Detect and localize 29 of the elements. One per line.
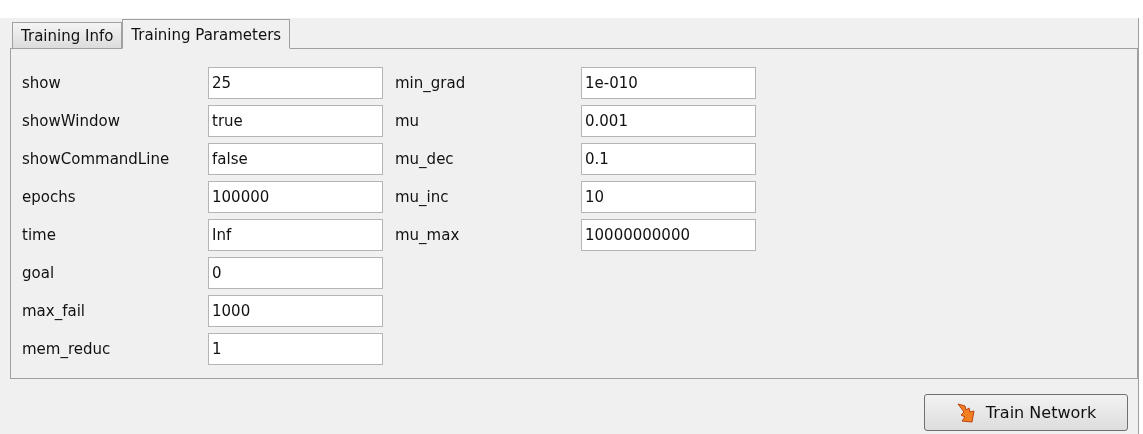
parameter-field[interactable]: Inf (208, 219, 383, 251)
parameter-label: min_grad (395, 72, 467, 94)
parameter-field[interactable]: 1000 (208, 295, 383, 327)
parameter-label: mu_inc (395, 186, 450, 208)
parameter-field[interactable]: 10000000000 (581, 219, 756, 251)
parameter-label: showWindow (22, 110, 121, 132)
parameter-label: time (22, 224, 57, 246)
parameter-field[interactable]: 0 (208, 257, 383, 289)
train-network-button[interactable]: Train Network (924, 394, 1128, 431)
parameter-label: show (22, 72, 62, 94)
parameter-label: epochs (22, 186, 77, 208)
parameter-field[interactable]: 10 (581, 181, 756, 213)
tab[interactable]: Training Parameters (122, 19, 291, 49)
parameter-field[interactable]: 1 (208, 333, 383, 365)
parameter-field[interactable]: 1e-010 (581, 67, 756, 99)
tab[interactable]: Training Info (12, 22, 123, 48)
parameter-label: mem_reduc (22, 338, 112, 360)
parameter-label: max_fail (22, 300, 86, 322)
parameter-label: goal (22, 262, 56, 284)
parameter-field[interactable]: false (208, 143, 383, 175)
parameter-field[interactable]: 0.001 (581, 105, 756, 137)
parameter-label: showCommandLine (22, 148, 171, 170)
parameter-field[interactable]: 25 (208, 67, 383, 99)
parameter-field[interactable]: 0.1 (581, 143, 756, 175)
parameter-field[interactable]: true (208, 105, 383, 137)
parameter-label: mu_dec (395, 148, 455, 170)
parameter-field[interactable]: 100000 (208, 181, 383, 213)
parameter-label: mu_max (395, 224, 461, 246)
parameter-label: mu (395, 110, 421, 132)
